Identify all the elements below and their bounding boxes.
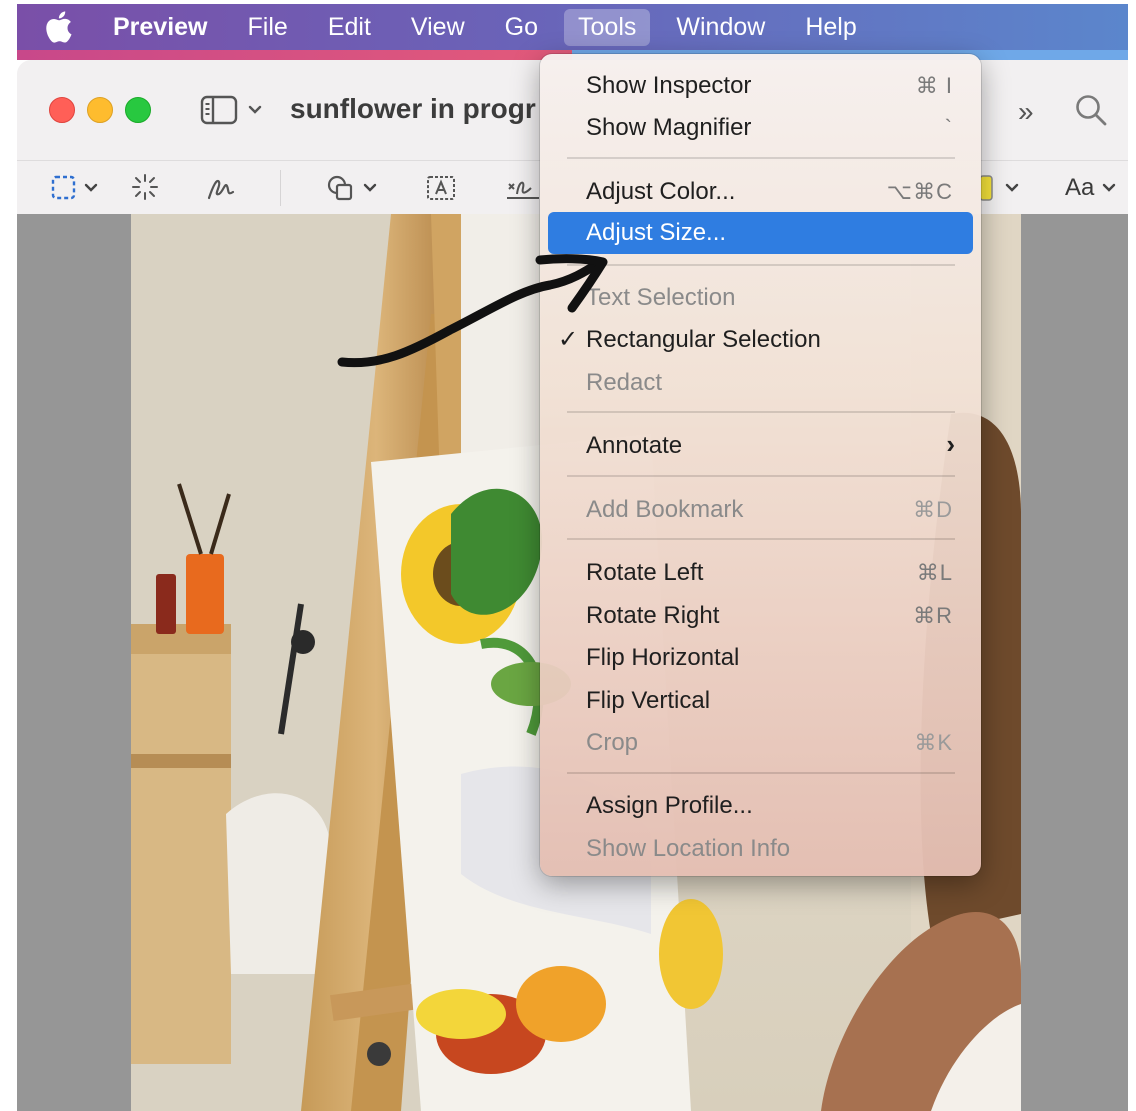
- toolbar-divider: [280, 170, 281, 206]
- menu-item-rotate-right[interactable]: Rotate Right ⌘R: [540, 595, 981, 635]
- menu-window[interactable]: Window: [676, 13, 765, 42]
- menu-separator: [567, 411, 955, 413]
- menu-separator: [567, 157, 955, 159]
- menu-item-shortcut: ⌘D: [913, 497, 953, 522]
- menu-item-redact: Redact: [540, 362, 981, 402]
- menu-item-label: Annotate: [586, 432, 683, 459]
- menu-item-label: Add Bookmark: [586, 496, 744, 523]
- chevron-right-icon: ›: [946, 429, 955, 459]
- menu-item-show-magnifier[interactable]: Show Magnifier `: [540, 107, 981, 147]
- menu-view[interactable]: View: [411, 13, 465, 42]
- menu-separator: [567, 772, 955, 774]
- search-icon[interactable]: [1073, 92, 1109, 128]
- rectangular-selection-icon[interactable]: [50, 172, 102, 204]
- shapes-icon[interactable]: [325, 172, 383, 204]
- menu-item-label: Assign Profile...: [586, 792, 753, 819]
- menu-item-flip-vertical[interactable]: Flip Vertical: [540, 680, 981, 720]
- menu-item-adjust-size[interactable]: Adjust Size...: [548, 212, 973, 254]
- menu-item-label: Show Inspector: [586, 72, 752, 99]
- menu-item-rotate-left[interactable]: Rotate Left ⌘L: [540, 552, 981, 592]
- menu-item-shortcut: `: [944, 115, 953, 140]
- menu-item-label: Rotate Right: [586, 602, 720, 629]
- sketch-icon[interactable]: [205, 172, 237, 204]
- menu-app-preview[interactable]: Preview: [113, 13, 208, 42]
- menu-item-label: Flip Horizontal: [586, 644, 740, 671]
- menu-item-adjust-color[interactable]: Adjust Color... ⌥⌘C: [540, 171, 981, 211]
- menu-item-label: Crop: [586, 729, 639, 756]
- border-color-icon[interactable]: [980, 172, 1025, 204]
- apple-logo-icon[interactable]: [43, 10, 73, 44]
- menu-item-label: Show Location Info: [586, 835, 791, 862]
- menu-item-assign-profile[interactable]: Assign Profile...: [540, 785, 981, 825]
- menu-go[interactable]: Go: [505, 13, 538, 42]
- menu-item-label: Text Selection: [586, 284, 736, 311]
- macos-menu-bar: Preview File Edit View Go Tools Window H…: [17, 4, 1128, 50]
- menu-item-show-inspector[interactable]: Show Inspector ⌘ I: [540, 65, 981, 105]
- checkmark-icon: ✓: [558, 326, 579, 353]
- menu-item-shortcut: ⌥⌘C: [886, 179, 953, 204]
- menu-item-shortcut: ⌘L: [916, 560, 953, 585]
- text-style-button[interactable]: Aa: [1065, 174, 1094, 202]
- menu-tools[interactable]: Tools: [564, 8, 651, 46]
- zoom-button[interactable]: [125, 97, 151, 123]
- menu-item-shortcut: ⌘ I: [915, 73, 953, 98]
- menu-item-shortcut: ⌘R: [913, 603, 953, 628]
- menu-item-label: Rectangular Selection: [586, 326, 821, 353]
- menu-item-text-selection: Text Selection: [540, 277, 981, 317]
- menu-item-label: Adjust Color...: [586, 178, 736, 205]
- menu-item-crop: Crop ⌘K: [540, 722, 981, 762]
- menu-item-shortcut: ⌘K: [914, 730, 953, 755]
- menu-separator: [567, 538, 955, 540]
- menu-item-flip-horizontal[interactable]: Flip Horizontal: [540, 637, 981, 677]
- chevron-down-icon[interactable]: [1100, 172, 1120, 204]
- menu-item-label: Flip Vertical: [586, 687, 711, 714]
- minimize-button[interactable]: [87, 97, 113, 123]
- menu-item-show-location-info: Show Location Info: [540, 828, 981, 868]
- document-title[interactable]: sunflower in progr: [290, 93, 540, 125]
- text-box-icon[interactable]: [425, 172, 457, 204]
- toolbar-overflow-icon[interactable]: »: [1018, 96, 1034, 128]
- menu-separator: [567, 475, 955, 477]
- menu-edit[interactable]: Edit: [328, 13, 371, 42]
- menu-item-label: Adjust Size...: [586, 219, 727, 246]
- sidebar-toggle-icon[interactable]: [200, 95, 270, 125]
- menu-item-label: Rotate Left: [586, 559, 704, 586]
- menu-help[interactable]: Help: [805, 13, 856, 42]
- menu-item-label: Show Magnifier: [586, 114, 752, 141]
- menu-item-annotate[interactable]: Annotate ›: [540, 425, 981, 465]
- menu-item-rectangular-selection[interactable]: ✓ Rectangular Selection: [540, 319, 981, 359]
- menu-item-label: Redact: [586, 369, 663, 396]
- menu-item-add-bookmark: Add Bookmark ⌘D: [540, 489, 981, 529]
- sign-icon[interactable]: [505, 172, 539, 204]
- menu-file[interactable]: File: [248, 13, 288, 42]
- tools-menu: Show Inspector ⌘ I Show Magnifier ` Adju…: [540, 54, 981, 876]
- instant-alpha-icon[interactable]: [130, 172, 162, 204]
- desktop-edge-left: [17, 50, 572, 60]
- menu-separator: [567, 264, 955, 266]
- close-button[interactable]: [49, 97, 75, 123]
